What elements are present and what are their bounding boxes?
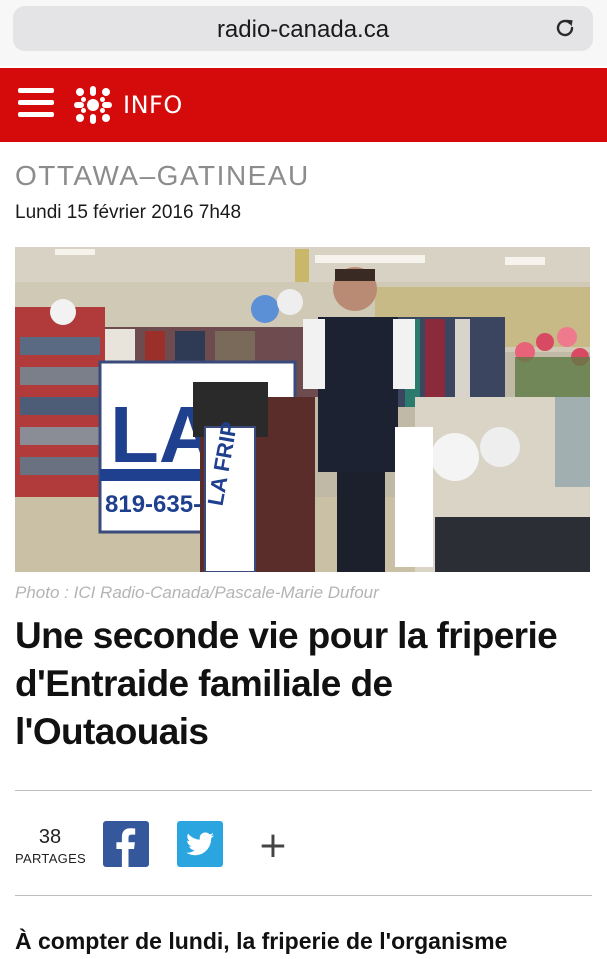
divider-bottom (15, 895, 592, 896)
section-label[interactable]: INFO (123, 91, 183, 119)
site-header: INFO (0, 68, 607, 142)
hamburger-menu-icon[interactable] (18, 86, 54, 120)
share-count: 38 PARTAGES (15, 826, 87, 866)
article-photo[interactable]: LA F 819-635-88 LA FRIP (15, 247, 590, 572)
address-bar[interactable]: radio-canada.ca (13, 6, 593, 51)
article-date: Lundi 15 février 2016 7h48 (15, 202, 242, 223)
article-headline: Une seconde vie pour la friperie d'Entra… (15, 615, 558, 752)
share-count-label: PARTAGES (15, 851, 87, 866)
photo-scene: LA F 819-635-88 LA FRIP (15, 247, 590, 572)
twitter-icon (186, 832, 214, 856)
twitter-share-button[interactable] (177, 821, 223, 867)
facebook-share-button[interactable] (103, 821, 149, 867)
facebook-icon (116, 828, 136, 867)
radio-canada-gem-logo[interactable] (71, 84, 115, 126)
share-count-number: 38 (38, 826, 62, 848)
browser-chrome: radio-canada.ca (0, 0, 607, 66)
article-lead: À compter de lundi, la friperie de l'org… (15, 928, 508, 954)
url-text[interactable]: radio-canada.ca (13, 16, 593, 44)
photo-credit: Photo : ICI Radio-Canada/Pascale-Marie D… (15, 583, 379, 602)
region-label[interactable]: OTTAWA–GATINEAU (15, 160, 310, 192)
more-share-button[interactable]: + (257, 826, 289, 866)
divider-top (15, 790, 592, 791)
reload-icon[interactable] (553, 16, 577, 40)
